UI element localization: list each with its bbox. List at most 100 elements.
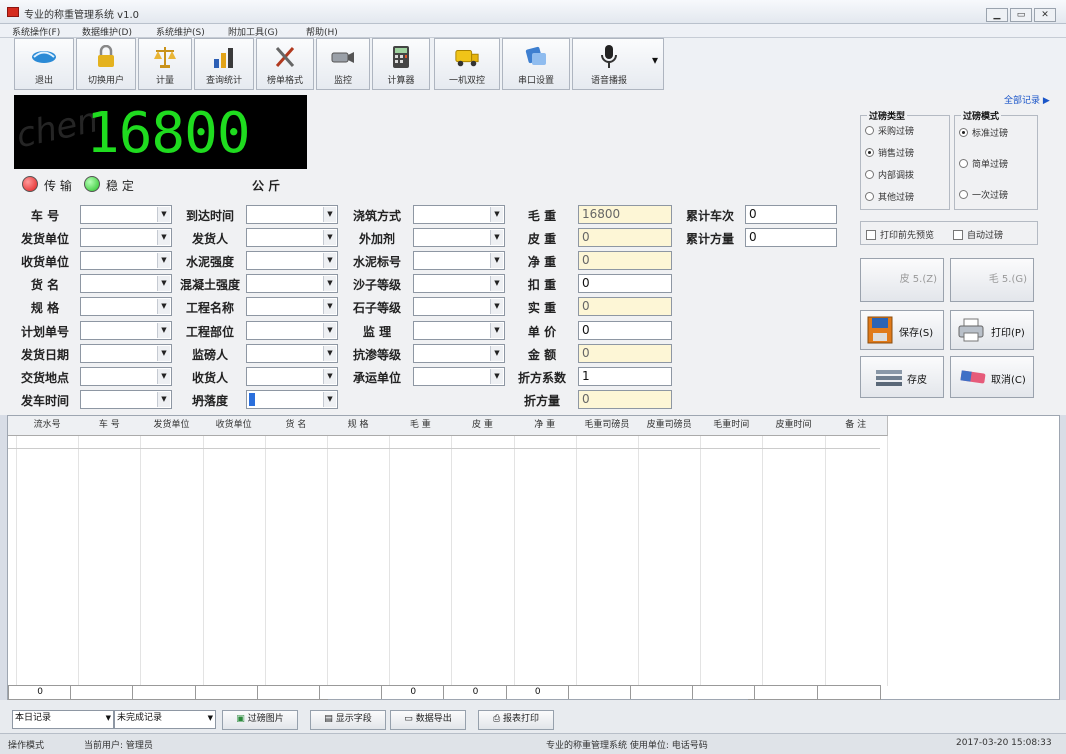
- field-combo[interactable]: ▼: [413, 297, 505, 317]
- field-combo[interactable]: ▼: [80, 205, 172, 224]
- dropdown-arrow-icon[interactable]: ▼: [490, 230, 503, 246]
- field-combo[interactable]: ▼: [80, 274, 172, 294]
- field-combo[interactable]: ▼: [80, 343, 172, 363]
- dropdown-arrow-icon[interactable]: ▼: [157, 322, 170, 338]
- dropdown-arrow-icon[interactable]: ▼: [323, 253, 336, 269]
- date-range-select[interactable]: 本日记录 ▼: [12, 710, 114, 729]
- field-input[interactable]: 0: [578, 343, 672, 363]
- menu-system[interactable]: 系统操作(F): [12, 25, 60, 38]
- auto-weigh-checkbox[interactable]: 自动过磅: [953, 228, 1003, 241]
- dual-control-button[interactable]: 一机双控: [434, 38, 500, 90]
- column-header[interactable]: 毛重时间: [700, 416, 764, 436]
- field-combo[interactable]: ▼: [413, 205, 505, 224]
- column-header[interactable]: 收货单位: [202, 416, 266, 436]
- weigh-type-radio[interactable]: 其他过磅: [865, 190, 914, 203]
- report-print-button[interactable]: ⎙ 报表打印: [478, 710, 554, 730]
- serial-settings-button[interactable]: 串口设置: [502, 38, 570, 90]
- voice-broadcast-button[interactable]: 语音播报 ▾: [572, 38, 664, 90]
- dropdown-arrow-icon[interactable]: ▼: [157, 345, 170, 361]
- field-combo[interactable]: ▼: [80, 366, 172, 386]
- column-header[interactable]: 流水号: [16, 416, 80, 436]
- column-header[interactable]: 规 格: [327, 416, 391, 436]
- column-header[interactable]: 备 注: [824, 416, 888, 436]
- column-header[interactable]: 货 名: [264, 416, 328, 436]
- calculator-button[interactable]: 计算器: [372, 38, 430, 90]
- display-fields-button[interactable]: ▤ 显示字段: [310, 710, 386, 730]
- dropdown-arrow-icon[interactable]: ▼: [323, 299, 336, 315]
- field-input[interactable]: 16800: [578, 205, 672, 224]
- column-header[interactable]: 毛重司磅员: [575, 416, 639, 436]
- dropdown-arrow-icon[interactable]: ▼: [490, 345, 503, 361]
- field-input[interactable]: 1: [578, 366, 672, 386]
- dropdown-arrow-icon[interactable]: ▼: [157, 299, 170, 315]
- dropdown-arrow-icon[interactable]: ▼: [323, 230, 336, 246]
- dropdown-arrow-icon[interactable]: ▼: [157, 368, 170, 384]
- dropdown-arrow-icon[interactable]: ▼: [490, 322, 503, 338]
- field-input[interactable]: 0: [578, 274, 672, 294]
- store-tare-button[interactable]: 存皮: [860, 356, 944, 398]
- print-button[interactable]: 打印(P): [950, 310, 1034, 350]
- field-combo[interactable]: ▼: [80, 228, 172, 248]
- dropdown-arrow-icon[interactable]: ▼: [490, 299, 503, 315]
- dropdown-arrow-icon[interactable]: ▼: [323, 276, 336, 292]
- field-input[interactable]: 0: [745, 228, 837, 248]
- weigh-mode-radio[interactable]: 一次过磅: [959, 188, 1008, 201]
- weigh-mode-radio[interactable]: 标准过磅: [959, 126, 1008, 139]
- weigh-mode-radio[interactable]: 简单过磅: [959, 157, 1008, 170]
- record-status-select[interactable]: 未完成记录 ▼: [114, 710, 216, 729]
- dropdown-arrow-icon[interactable]: ▼: [323, 345, 336, 361]
- monitor-button[interactable]: 监控: [316, 38, 370, 90]
- field-combo[interactable]: ▼: [246, 205, 338, 224]
- column-header[interactable]: 净 重: [513, 416, 577, 436]
- records-table[interactable]: 流水号车 号发货单位 收货单位货 名规 格毛 重皮 重净 重毛重司磅员 皮重司磅员毛…: [7, 415, 1060, 701]
- minimize-button[interactable]: ▁: [986, 8, 1008, 22]
- weigh-type-radio[interactable]: 采购过磅: [865, 124, 914, 137]
- exit-button[interactable]: 退出: [14, 38, 74, 90]
- field-combo[interactable]: ▼: [413, 228, 505, 248]
- dropdown-arrow-icon[interactable]: ▼: [157, 230, 170, 246]
- statistics-button[interactable]: 查询统计: [194, 38, 254, 90]
- menu-maintenance[interactable]: 系统维护(S): [156, 25, 205, 38]
- column-header[interactable]: 发货单位: [140, 416, 204, 436]
- dropdown-arrow-icon[interactable]: ▼: [157, 207, 170, 222]
- gross-button[interactable]: 毛 5.(G): [950, 258, 1034, 302]
- field-combo[interactable]: ▼: [246, 343, 338, 363]
- column-header[interactable]: 皮重司磅员: [638, 416, 702, 436]
- column-header[interactable]: 车 号: [78, 416, 142, 436]
- field-combo[interactable]: ▼: [80, 297, 172, 317]
- cancel-button[interactable]: 取消(C): [950, 356, 1034, 398]
- field-combo[interactable]: ▼: [246, 297, 338, 317]
- weigh-image-button[interactable]: ▣ 过磅图片: [222, 710, 298, 730]
- dropdown-arrow-icon[interactable]: ▼: [157, 253, 170, 269]
- menu-tools[interactable]: 附加工具(G): [228, 25, 278, 38]
- field-input[interactable]: 0: [578, 228, 672, 248]
- dropdown-arrow-icon[interactable]: ▼: [490, 207, 503, 222]
- field-combo[interactable]: ▼: [80, 320, 172, 340]
- field-combo[interactable]: ▼: [80, 389, 172, 409]
- column-header[interactable]: 皮重时间: [762, 416, 826, 436]
- field-combo[interactable]: ▼: [413, 343, 505, 363]
- field-combo[interactable]: ▼: [246, 389, 338, 409]
- dropdown-arrow-icon[interactable]: ▼: [323, 368, 336, 384]
- column-header[interactable]: 毛 重: [389, 416, 453, 436]
- dropdown-arrow-icon[interactable]: ▼: [157, 276, 170, 292]
- export-button[interactable]: ▭ 数据导出: [390, 710, 466, 730]
- field-combo[interactable]: ▼: [246, 320, 338, 340]
- ticket-format-button[interactable]: 榜单格式: [256, 38, 314, 90]
- field-combo[interactable]: ▼: [246, 274, 338, 294]
- field-combo[interactable]: ▼: [413, 320, 505, 340]
- save-button[interactable]: 保存(S): [860, 310, 944, 350]
- field-combo[interactable]: ▼: [246, 366, 338, 386]
- field-combo[interactable]: ▼: [246, 228, 338, 248]
- dropdown-arrow-icon[interactable]: ▼: [490, 368, 503, 384]
- dropdown-arrow-icon[interactable]: ▼: [157, 391, 170, 407]
- switch-user-button[interactable]: 切换用户: [76, 38, 136, 90]
- field-input[interactable]: 0: [578, 251, 672, 271]
- close-button[interactable]: ✕: [1034, 8, 1056, 22]
- weigh-type-radio[interactable]: 销售过磅: [865, 146, 914, 159]
- preview-checkbox[interactable]: 打印前先预览: [866, 228, 934, 241]
- field-input[interactable]: 0: [745, 205, 837, 224]
- dropdown-arrow-icon[interactable]: ▼: [323, 207, 336, 222]
- toolbar-dropdown-arrow[interactable]: ▾: [652, 53, 658, 67]
- field-combo[interactable]: ▼: [413, 274, 505, 294]
